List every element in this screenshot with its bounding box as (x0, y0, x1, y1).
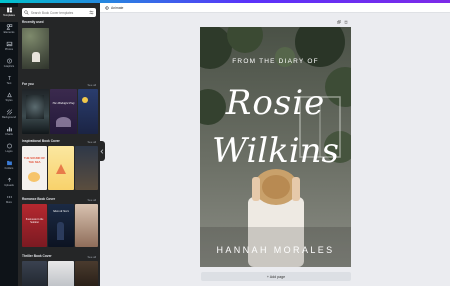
rail-label: Templates (3, 14, 15, 17)
template-thumb[interactable] (22, 89, 49, 134)
rail-item-background[interactable]: Background (0, 109, 18, 124)
see-all-link-inspirational[interactable]: See all (87, 140, 96, 144)
section-title-recent: Recently used (22, 20, 44, 24)
cover-tagline[interactable]: FROM THE DIARY OF (200, 58, 351, 65)
templates-icon (6, 7, 12, 13)
more-icon (6, 196, 12, 198)
collapse-panel-handle[interactable] (99, 141, 105, 161)
elements-icon (6, 24, 12, 30)
rail-label: Uploads (4, 184, 14, 187)
template-thumb[interactable] (75, 204, 98, 247)
template-thumb-moon-and-stars[interactable]: Moon & Stars (48, 204, 74, 247)
cover-last-name[interactable]: Wilkins (200, 131, 351, 171)
cover-author[interactable]: HANNAH MORALES (200, 245, 351, 255)
rail-label: Photos (4, 48, 14, 51)
rail-item-more[interactable]: More (0, 194, 18, 209)
section-title-for-you: For you (22, 82, 34, 86)
rail-label: Graphics (3, 65, 15, 68)
template-thumb[interactable] (78, 89, 98, 134)
delete-page-icon[interactable] (344, 20, 348, 24)
thumb-title: Passionate in the Summer (25, 218, 44, 224)
thumb-title: THE SOUND OF THE SEA (23, 156, 46, 164)
text-icon: T (7, 76, 11, 81)
charts-icon (6, 127, 12, 132)
rail-label: Charts (5, 133, 13, 136)
rail-item-photos[interactable]: Photos (0, 41, 18, 56)
uploads-icon (7, 177, 11, 182)
template-thumb[interactable] (75, 261, 98, 286)
rail-item-elements[interactable]: Elements (0, 24, 18, 39)
section-title-inspirational: Inspirational Book Cover (22, 139, 60, 143)
template-thumb-passionate-summer[interactable]: Passionate in the Summer (22, 204, 47, 247)
book-cover-canvas[interactable]: FROM THE DIARY OF Rosie Wilkins HANNAH M… (200, 27, 351, 267)
section-title-thriller: Thriller Book Cover (22, 254, 52, 258)
logos-icon (6, 143, 12, 149)
thumb-title: The Midnight Play (52, 101, 75, 105)
rail-item-uploads[interactable]: Uploads (0, 177, 18, 192)
page-tools (337, 20, 348, 24)
template-thumb[interactable] (22, 261, 47, 286)
search-input[interactable] (30, 10, 90, 15)
template-thumb[interactable] (48, 261, 74, 286)
templates-panel: Recently used For you See all The Midnig… (18, 3, 100, 286)
rail-label: Text (6, 82, 12, 85)
duplicate-page-icon[interactable] (337, 20, 341, 24)
filter-icon[interactable] (89, 10, 94, 15)
rail-label: Elements (3, 31, 15, 34)
rail-label: More (6, 201, 12, 204)
template-thumb[interactable] (48, 146, 74, 190)
left-icon-rail: Templates Elements Photos Graphics T Tex… (0, 3, 18, 286)
see-all-link-thriller[interactable]: See all (87, 255, 96, 259)
styles-icon (6, 92, 12, 98)
rail-item-templates[interactable]: Templates (0, 7, 18, 22)
search-box[interactable] (22, 8, 96, 17)
template-thumb[interactable] (75, 146, 98, 190)
svg-text:T: T (7, 76, 11, 81)
animate-icon[interactable] (105, 5, 109, 10)
folders-icon (6, 160, 12, 166)
rail-item-folders[interactable]: Folders (0, 160, 18, 175)
rail-item-text[interactable]: T Text (0, 75, 18, 90)
rail-label: Folders (4, 167, 14, 170)
rail-label: Background (2, 116, 16, 119)
chevron-left-icon (100, 148, 104, 154)
graphics-icon (6, 58, 12, 64)
see-all-link-romance[interactable]: See all (87, 198, 96, 202)
template-thumb-sound-of-the-sea[interactable]: THE SOUND OF THE SEA (22, 146, 47, 190)
rail-item-graphics[interactable]: Graphics (0, 58, 18, 73)
section-title-romance: Romance Book Cover (22, 197, 56, 201)
rail-item-styles[interactable]: Styles (0, 92, 18, 107)
rail-label: Logos (5, 150, 13, 153)
add-page-button[interactable]: + Add page (201, 272, 351, 281)
rail-label: Styles (5, 99, 13, 102)
animate-button[interactable]: Animate (111, 6, 123, 10)
thumb-title: Moon & Stars (53, 210, 69, 213)
photos-icon (6, 41, 12, 47)
rail-item-logos[interactable]: Logos (0, 143, 18, 158)
cover-first-name[interactable]: Rosie (200, 83, 351, 123)
editor-toolbar: Animate (100, 3, 450, 13)
background-icon (6, 109, 12, 115)
recent-template-thumb[interactable] (22, 28, 49, 69)
rail-item-charts[interactable]: Charts (0, 126, 18, 141)
see-all-link-for-you[interactable]: See all (87, 83, 96, 87)
template-thumb-midnight-play[interactable]: The Midnight Play (50, 89, 77, 134)
search-icon (24, 10, 29, 15)
